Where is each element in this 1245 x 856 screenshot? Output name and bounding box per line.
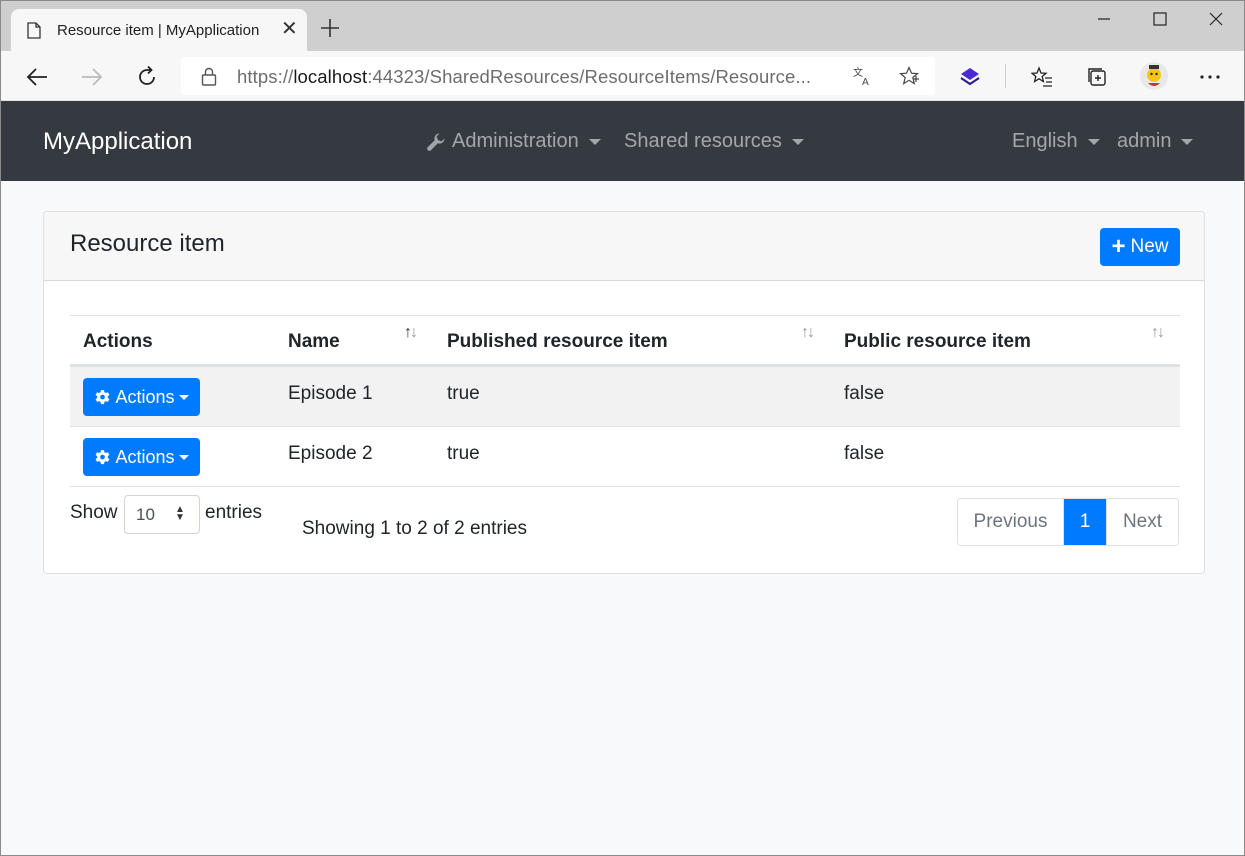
table-row: Actions Episode 1 true false: [70, 367, 1180, 427]
actions-button[interactable]: Actions: [83, 438, 200, 476]
gear-icon: [94, 449, 111, 466]
new-button-label: New: [1130, 236, 1169, 257]
tab-close-icon[interactable]: ✕: [281, 19, 298, 39]
cell-name: Episode 1: [288, 383, 373, 404]
favorite-star-icon[interactable]: [899, 66, 919, 86]
forward-icon[interactable]: [79, 64, 105, 90]
table-info: Showing 1 to 2 of 2 entries: [302, 518, 527, 539]
sort-arrows-icon[interactable]: ↑↓: [801, 324, 815, 342]
favorites-icon[interactable]: [1029, 64, 1055, 90]
close-window-icon[interactable]: [1193, 1, 1239, 37]
chevron-down-icon: [791, 138, 804, 145]
page-length-value: 10: [136, 505, 155, 524]
chevron-down-icon: [178, 394, 189, 400]
browser-toolbar: https://localhost:44323/SharedResources/…: [1, 51, 1244, 101]
resource-item-card: Resource item + New Actions Name ↑↓ Publ…: [43, 211, 1205, 574]
plus-icon: +: [1111, 233, 1126, 260]
sort-arrows-icon[interactable]: ↑↓: [1151, 324, 1165, 342]
back-icon[interactable]: [24, 64, 50, 90]
browser-tab[interactable]: Resource item | MyApplication ✕: [11, 9, 307, 51]
column-header-published[interactable]: Published resource item: [447, 331, 668, 353]
extension-icon[interactable]: [957, 64, 983, 90]
chevron-down-icon: [588, 138, 601, 145]
refresh-icon[interactable]: [134, 64, 160, 90]
nav-administration-label: Administration: [452, 130, 579, 152]
wrench-icon: [427, 132, 445, 151]
select-arrows-icon: ▲ ▼: [175, 504, 185, 523]
profile-avatar-icon[interactable]: [1139, 61, 1169, 91]
chevron-down-icon: [178, 454, 189, 460]
chevron-down-icon: [1087, 138, 1100, 145]
resource-items-table: Actions Name ↑↓ Published resource item …: [70, 315, 1180, 487]
actions-button-label: Actions: [115, 386, 175, 407]
table-header: Actions Name ↑↓ Published resource item …: [70, 315, 1180, 367]
address-bar[interactable]: https://localhost:44323/SharedResources/…: [181, 57, 935, 95]
maximize-icon[interactable]: [1137, 1, 1183, 37]
tab-title: Resource item | MyApplication: [57, 22, 260, 39]
toolbar-separator: [1005, 64, 1006, 88]
pagination-previous[interactable]: Previous: [958, 499, 1064, 545]
card-header: Resource item + New: [44, 212, 1204, 281]
cell-public: false: [844, 443, 885, 464]
pagination-page-1[interactable]: 1: [1064, 499, 1106, 545]
brand-link[interactable]: MyApplication: [43, 128, 192, 156]
lock-icon: [201, 67, 217, 86]
gear-icon: [94, 389, 111, 406]
table-row: Actions Episode 2 true false: [70, 427, 1180, 487]
cell-published: true: [447, 383, 480, 404]
pagination: Previous 1 Next: [957, 498, 1179, 546]
new-tab-icon[interactable]: [317, 15, 343, 41]
nav-shared-resources[interactable]: Shared resources: [624, 130, 804, 153]
column-header-actions: Actions: [83, 331, 153, 352]
app-navbar: MyApplication Administration Shared reso…: [1, 101, 1244, 181]
chevron-down-icon: [1181, 138, 1194, 145]
more-menu-icon[interactable]: [1197, 64, 1223, 90]
translate-icon[interactable]: 文A: [853, 66, 873, 86]
collections-icon[interactable]: [1084, 64, 1110, 90]
cell-published: true: [447, 443, 480, 464]
minimize-icon[interactable]: [1081, 1, 1127, 37]
nav-shared-resources-label: Shared resources: [624, 130, 782, 152]
browser-titlebar: Resource item | MyApplication ✕: [1, 1, 1244, 51]
nav-administration[interactable]: Administration: [426, 130, 601, 153]
page-icon: [27, 22, 41, 39]
new-button[interactable]: + New: [1100, 228, 1180, 266]
cell-name: Episode 2: [288, 443, 373, 464]
pagination-next[interactable]: Next: [1106, 499, 1178, 545]
nav-user[interactable]: admin: [1117, 130, 1194, 153]
browser-window: Resource item | MyApplication ✕ https://…: [0, 0, 1245, 856]
url-text: https://localhost:44323/SharedResources/…: [237, 66, 812, 87]
show-label: Show: [70, 502, 118, 523]
cell-public: false: [844, 383, 885, 404]
entries-label: entries: [205, 502, 263, 523]
nav-user-label: admin: [1117, 130, 1172, 152]
nav-language[interactable]: English: [1012, 130, 1100, 153]
column-header-name[interactable]: Name: [288, 331, 340, 353]
nav-language-label: English: [1012, 130, 1078, 152]
actions-button-label: Actions: [115, 446, 175, 467]
column-header-public[interactable]: Public resource item: [844, 331, 1031, 353]
svg-text:A: A: [862, 77, 869, 86]
page-length-select[interactable]: 10 ▲ ▼: [124, 495, 200, 534]
page-title: Resource item: [70, 230, 225, 257]
sort-arrows-icon[interactable]: ↑↓: [404, 324, 418, 342]
actions-button[interactable]: Actions: [83, 378, 200, 416]
